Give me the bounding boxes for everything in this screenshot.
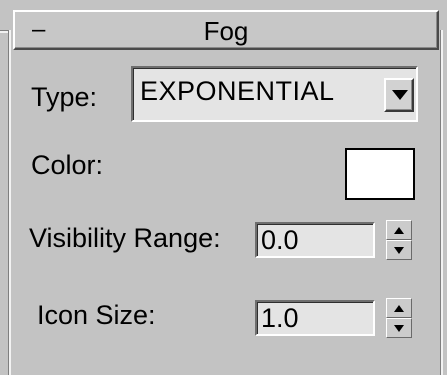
rollout-frame-right — [440, 30, 443, 375]
visibility-range-spin-down-button[interactable] — [386, 240, 412, 260]
icon-size-spin-down-button[interactable] — [386, 318, 412, 338]
color-label: Color: — [31, 150, 104, 180]
triangle-down-icon — [392, 90, 408, 100]
fog-rollout-panel: – Fog Type: EXPONENTIAL Color: Visibilit… — [0, 0, 447, 375]
spinner-down-icon — [394, 325, 404, 332]
type-label: Type: — [31, 82, 98, 112]
visibility-range-spinner[interactable] — [386, 220, 412, 260]
spinner-down-icon — [394, 247, 404, 254]
dropdown-arrow-button[interactable] — [384, 78, 414, 112]
visibility-range-field[interactable] — [255, 222, 375, 258]
visibility-range-spin-up-button[interactable] — [386, 220, 412, 240]
icon-size-spinner[interactable] — [386, 298, 412, 338]
rollout-title: Fog — [203, 16, 249, 46]
spinner-up-icon — [394, 227, 404, 234]
icon-size-field[interactable] — [255, 300, 375, 336]
rollout-header-button[interactable]: – Fog — [13, 10, 439, 50]
icon-size-input[interactable] — [261, 303, 369, 333]
icon-size-label: Icon Size: — [37, 300, 156, 330]
visibility-range-label: Visibility Range: — [29, 223, 221, 253]
visibility-range-input[interactable] — [261, 225, 369, 255]
spinner-up-icon — [394, 305, 404, 312]
type-dropdown-value: EXPONENTIAL — [140, 76, 335, 106]
fog-color-swatch[interactable] — [345, 148, 415, 200]
rollout-frame-left — [8, 30, 11, 375]
icon-size-spin-up-button[interactable] — [386, 298, 412, 318]
type-dropdown[interactable]: EXPONENTIAL — [131, 66, 418, 122]
